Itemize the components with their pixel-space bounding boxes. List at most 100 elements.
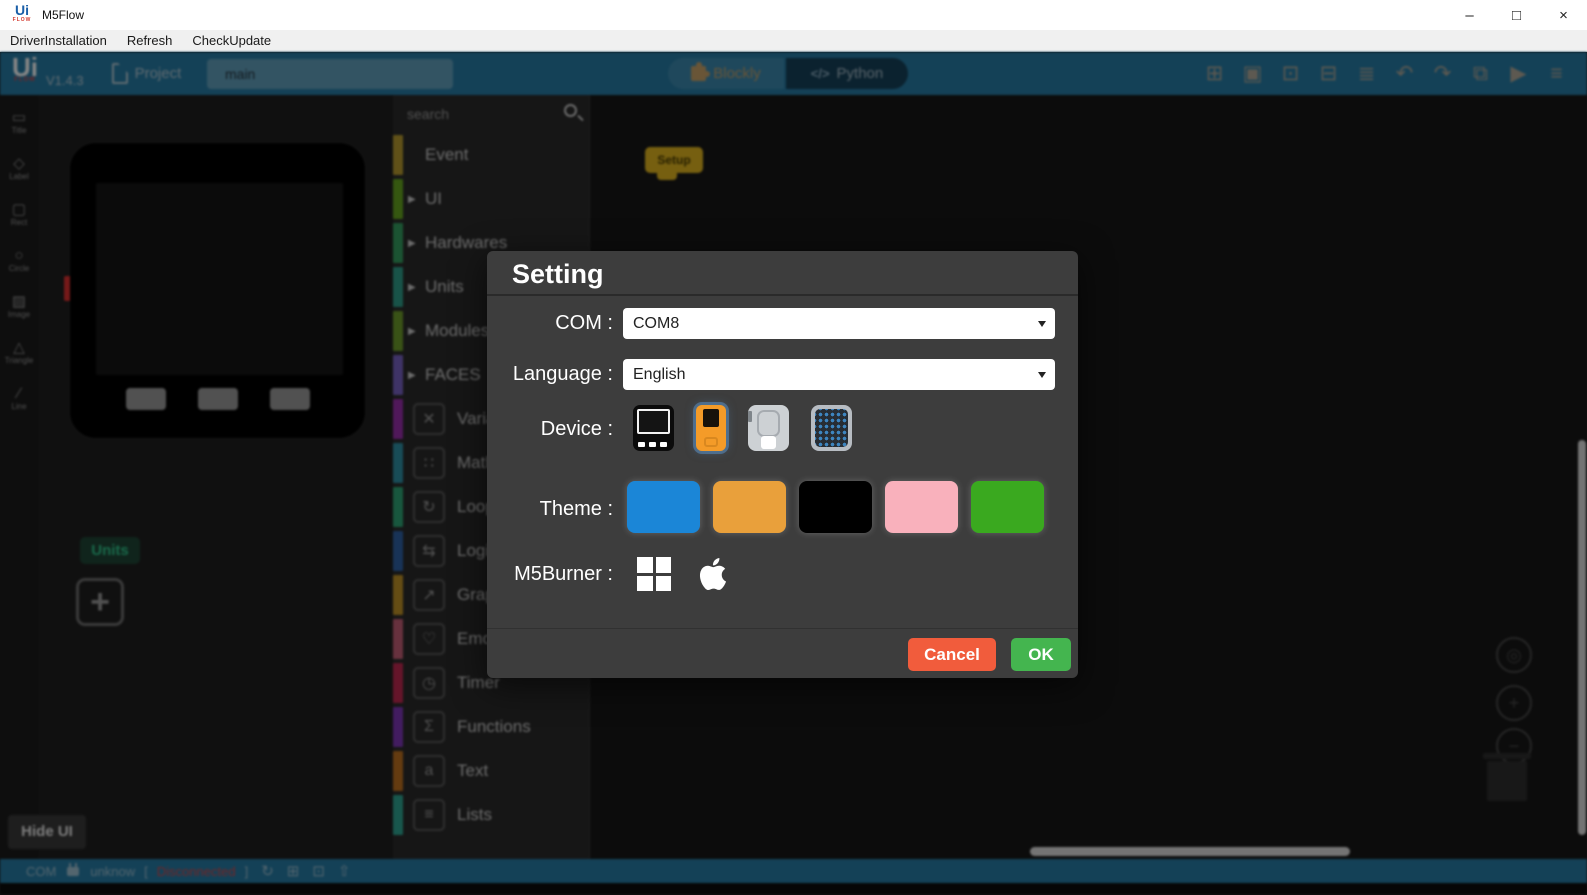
capture-icon[interactable]: ⧉ [1468, 62, 1493, 86]
project-name-input[interactable]: main [207, 59, 453, 89]
m5stack-device-mockup [68, 141, 367, 440]
maximize-button[interactable]: □ [1493, 0, 1540, 30]
dialog-header: Setting [487, 251, 1078, 296]
category-label: UI [425, 189, 442, 209]
center-view-icon[interactable]: ◎ [1496, 637, 1532, 673]
category-label: Modules [425, 321, 489, 341]
new-file-icon[interactable]: ⊞ [1202, 61, 1227, 86]
horizontal-scrollbar[interactable] [1030, 847, 1350, 856]
text-icon: a [413, 755, 445, 787]
project-label: Project [135, 65, 182, 82]
usb-port [761, 436, 776, 449]
category-color-bar [393, 531, 403, 571]
refresh-icon[interactable]: ↻ [261, 862, 274, 880]
hide-ui-button[interactable]: Hide UI [8, 815, 86, 849]
run-icon[interactable]: ▶ [1506, 61, 1531, 86]
toolbox-category-functions[interactable]: Σ Functions [393, 705, 589, 749]
device-screen[interactable] [96, 183, 343, 375]
theme-swatch-black[interactable] [799, 481, 872, 533]
theme-swatch-blue[interactable] [627, 481, 700, 533]
device-buttons [70, 388, 365, 410]
trash-icon[interactable] [1487, 761, 1527, 801]
comment-icon[interactable]: ⊡ [1278, 61, 1303, 86]
device-option-m5stickv[interactable] [748, 405, 789, 451]
category-color-bar [393, 179, 403, 219]
theme-swatch-pink[interactable] [885, 481, 958, 533]
app-logo-subtext: FLOW [10, 15, 34, 25]
toolbox-category-text[interactable]: a Text [393, 749, 589, 793]
label-tool-icon: ◇ [13, 155, 25, 172]
device-field-label: Device : [487, 403, 613, 455]
apple-icon[interactable] [697, 555, 729, 593]
com-label: COM [26, 864, 56, 879]
archive-icon[interactable]: ⊟ [1316, 61, 1341, 86]
windows-icon[interactable] [637, 557, 671, 591]
theme-swatch-orange[interactable] [713, 481, 786, 533]
main-toolbar: Ui FLOW V1.4.3 Project main Blockly </> … [0, 52, 1587, 95]
tool-image[interactable]: ▨ Image [0, 293, 38, 339]
toolbox-category-event[interactable]: Event [393, 133, 589, 177]
ui-tools-rail: ▭ Title ◇ Label ▢ Rect ○ Circle ▨ Imag [0, 95, 38, 859]
lists-icon: ≡ [413, 799, 445, 831]
dialog-title: Setting [512, 251, 1078, 297]
project-doc-icon [112, 63, 128, 84]
com-select[interactable]: COM8 [623, 308, 1055, 339]
minimize-button[interactable]: – [1446, 0, 1493, 30]
tool-circle[interactable]: ○ Circle [0, 247, 38, 293]
add-unit-button[interactable]: + [76, 578, 124, 626]
search-input[interactable] [399, 99, 583, 129]
led-matrix [815, 409, 848, 447]
device-option-m5stack-core[interactable] [633, 405, 674, 451]
ok-button[interactable]: OK [1011, 638, 1071, 671]
tab-python[interactable]: </> Python [786, 58, 908, 89]
upload-icon[interactable]: ⇧ [338, 862, 351, 880]
toolbox-search [399, 99, 583, 133]
grid-icon[interactable]: ⊞ [287, 862, 300, 880]
redo-icon[interactable]: ↷ [1430, 61, 1455, 86]
menu-icon[interactable]: ≡ [1544, 62, 1569, 86]
tool-line[interactable]: ∕ Line [0, 385, 38, 431]
vertical-scrollbar[interactable] [1578, 440, 1586, 835]
statusbar: COM unknow [ Disconnected ] ↻ ⊞ ⊡ ⇧ [0, 859, 1587, 883]
device-options [633, 405, 852, 451]
cancel-button[interactable]: Cancel [908, 638, 996, 671]
menu-refresh[interactable]: Refresh [117, 33, 183, 48]
settings-dialog: Setting COM : COM8 Language : English De… [487, 251, 1078, 678]
uiflow-logo: Ui FLOW [12, 61, 38, 87]
code-icon: </> [811, 66, 830, 81]
tool-rect[interactable]: ▢ Rect [0, 201, 38, 247]
tab-blockly[interactable]: Blockly [668, 58, 784, 89]
search-icon [564, 104, 577, 117]
core-buttons [638, 442, 667, 447]
category-color-bar [393, 267, 403, 307]
tool-label[interactable]: ◇ Label [0, 155, 38, 201]
menu-check-update[interactable]: CheckUpdate [182, 33, 281, 48]
zoom-in-icon[interactable]: + [1496, 685, 1532, 721]
device-option-m5stickc[interactable] [696, 405, 726, 451]
save-icon[interactable]: ▣ [1240, 61, 1265, 86]
theme-row: Theme : [487, 481, 1078, 537]
theme-swatch-green[interactable] [971, 481, 1044, 533]
chevron-right-icon: ▶ [408, 370, 420, 381]
tool-label: Image [8, 310, 30, 319]
toolbox-category-ui[interactable]: ▶ UI [393, 177, 589, 221]
tab-blockly-label: Blockly [713, 65, 761, 82]
title-tool-icon: ▭ [12, 109, 26, 126]
category-label: Hardwares [425, 233, 507, 253]
tool-label: Title [12, 126, 27, 135]
doc-icon[interactable]: ⊡ [312, 862, 325, 880]
close-button[interactable]: × [1540, 0, 1587, 30]
menu-driver-installation[interactable]: DriverInstallation [0, 33, 117, 48]
device-option-atom-matrix[interactable] [811, 405, 852, 451]
list-icon[interactable]: ≣ [1354, 61, 1379, 86]
tool-title[interactable]: ▭ Title [0, 109, 38, 155]
toolbar-actions: ⊞ ▣ ⊡ ⊟ ≣ ↶ ↷ ⧉ ▶ ≡ [1202, 52, 1569, 95]
undo-icon[interactable]: ↶ [1392, 61, 1417, 86]
tool-label: Circle [9, 264, 29, 273]
language-select[interactable]: English [623, 359, 1055, 390]
setup-block[interactable]: Setup [645, 147, 703, 173]
category-label: Text [457, 761, 488, 781]
tool-triangle[interactable]: △ Triangle [0, 339, 38, 385]
plug-icon [67, 867, 79, 876]
toolbox-category-lists[interactable]: ≡ Lists [393, 793, 589, 837]
